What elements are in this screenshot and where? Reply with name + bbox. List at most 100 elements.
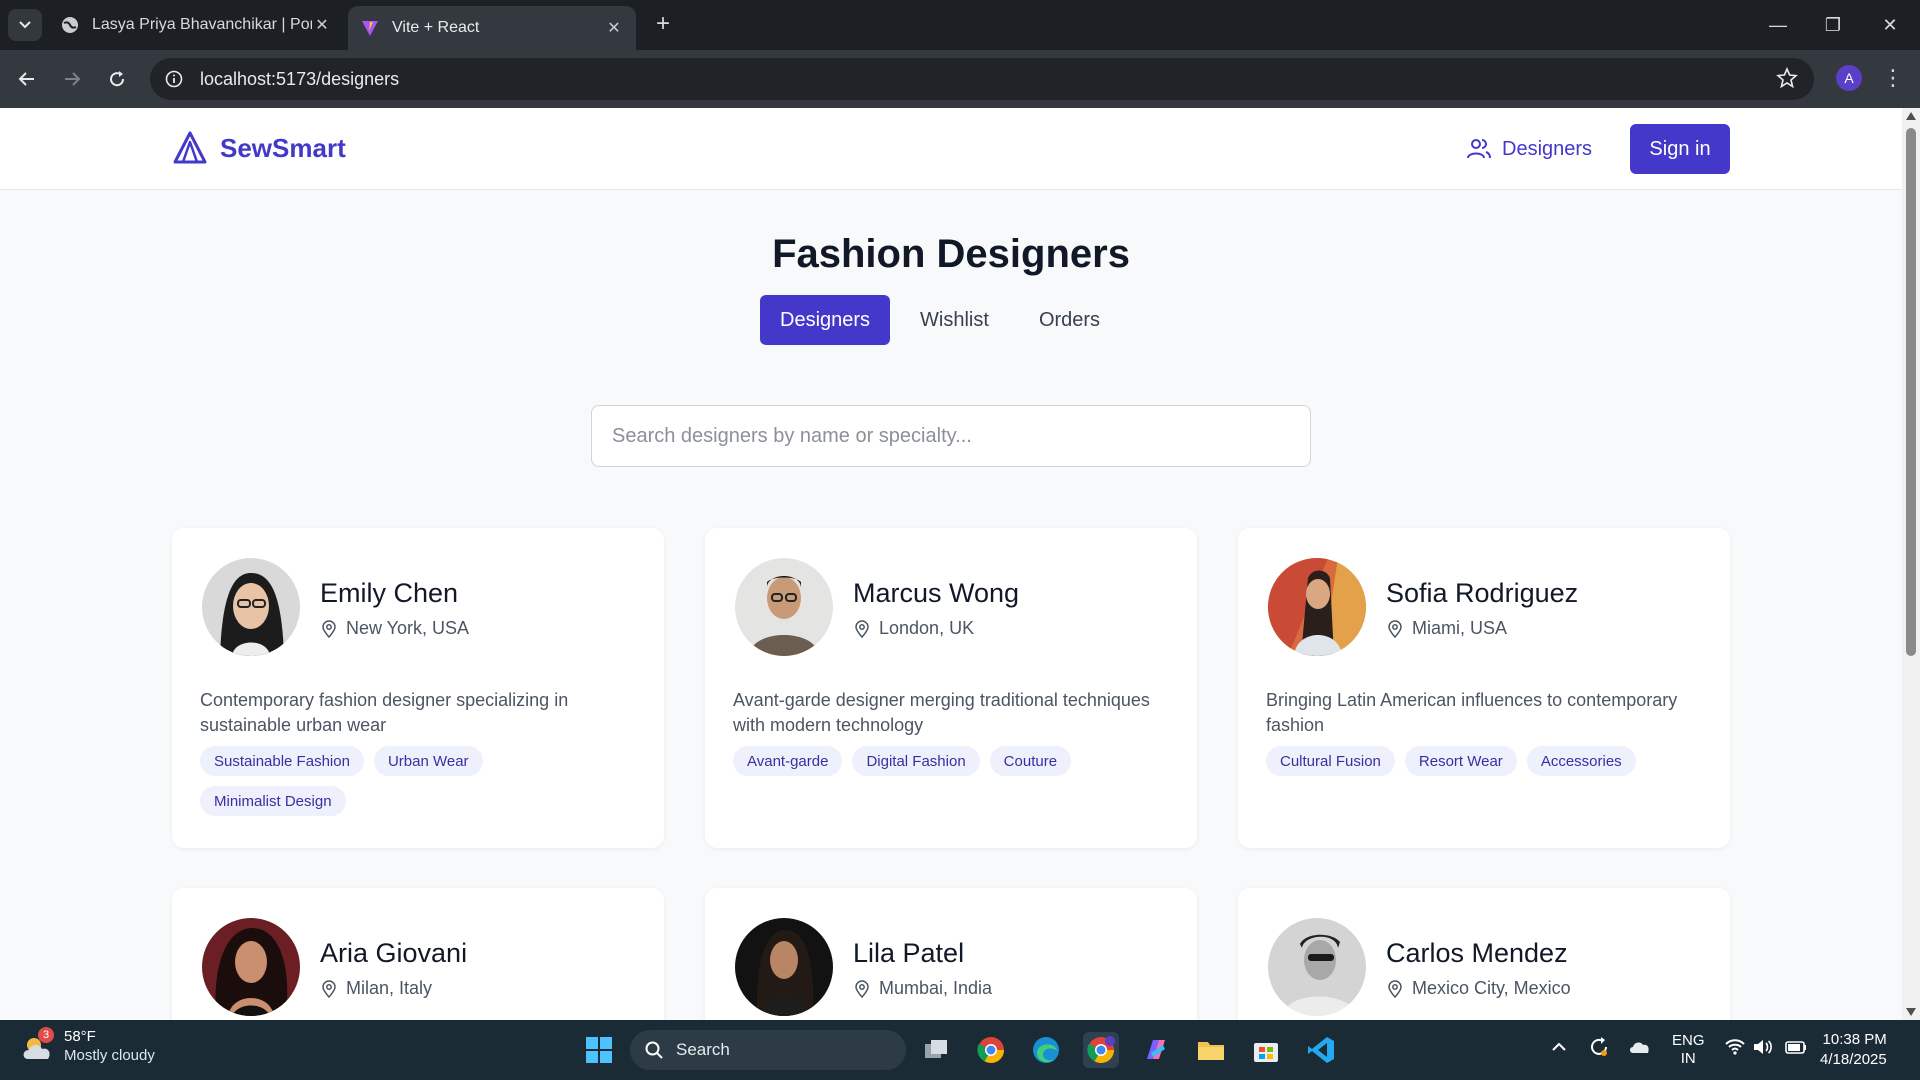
tab-orders[interactable]: Orders [1019,295,1120,345]
minimize-icon[interactable]: — [1758,10,1798,40]
tab-designers[interactable]: Designers [760,295,891,345]
sign-in-button[interactable]: Sign in [1630,124,1730,174]
volume-icon[interactable] [1752,1032,1774,1062]
browser-tab-portfolio[interactable]: Lasya Priya Bhavanchikar | Portf ✕ [48,6,344,44]
designer-card[interactable]: Emily Chen New York, USA Contemporary fa… [172,528,664,848]
designer-name: Carlos Mendez [1386,938,1568,968]
vscode-icon[interactable] [1303,1032,1339,1068]
file-explorer-icon[interactable] [1193,1032,1229,1068]
weather-widget[interactable]: 3 58°F Mostly cloudy [20,1027,155,1066]
cloud-weather-icon: 3 [20,1027,56,1065]
location-text: New York, USA [346,618,470,638]
vite-logo-icon [360,18,380,38]
specialty-tag: Cultural Fusion [1266,746,1395,776]
tab-close-icon[interactable]: ✕ [312,15,332,35]
designer-name: Sofia Rodriguez [1386,578,1579,608]
specialty-tag: Minimalist Design [200,786,346,816]
map-pin-icon [855,979,869,998]
nav-designers-link[interactable]: Designers [1466,136,1592,162]
designer-tags: Cultural Fusion Resort Wear Accessories [1266,746,1706,786]
location-text: London, UK [879,618,975,638]
location-text: Mexico City, Mexico [1412,978,1571,998]
new-tab-button[interactable]: + [650,12,676,38]
edge-icon[interactable] [1028,1032,1064,1068]
tab-title: Lasya Priya Bhavanchikar | Portf [92,16,312,33]
specialty-tag: Urban Wear [373,746,483,776]
battery-icon[interactable] [1784,1032,1808,1062]
designer-location: Mumbai, India [853,978,992,999]
specialty-tag: Accessories [1526,746,1636,776]
onedrive-cloud-icon[interactable] [1628,1032,1652,1062]
reload-icon[interactable] [100,62,134,96]
back-icon[interactable] [10,62,44,96]
scroll-up-icon[interactable] [1906,112,1916,120]
restore-icon[interactable]: ❐ [1813,10,1853,40]
taskbar-search[interactable]: Search [630,1030,906,1070]
designer-location: Miami, USA [1386,618,1507,639]
scroll-down-icon[interactable] [1906,1008,1916,1016]
tab-search-button[interactable] [8,9,42,41]
language-indicator[interactable]: ENG IN [1672,1032,1705,1068]
wifi-icon[interactable] [1724,1032,1746,1062]
designer-card[interactable]: Aria Giovani Milan, Italy [172,888,664,1020]
url-text: localhost:5173/designers [200,68,400,89]
page-scrollbar[interactable] [1902,108,1920,1020]
designer-name: Emily Chen [320,578,459,608]
brand-name: SewSmart [220,132,346,163]
browser-tab-bar: Lasya Priya Bhavanchikar | Portf ✕ Vite … [0,0,1920,50]
designer-avatar [202,558,300,656]
site-info-icon[interactable] [162,67,186,91]
task-view-icon[interactable] [918,1032,954,1068]
chrome-icon[interactable] [973,1032,1009,1068]
designer-avatar [735,918,833,1016]
browser-tab-vite[interactable]: Vite + React ✕ [348,6,636,50]
tab-wishlist[interactable]: Wishlist [900,295,1009,345]
location-text: Miami, USA [1412,618,1508,638]
windows-start-icon[interactable] [581,1032,617,1068]
search-input[interactable] [612,424,1290,448]
designer-card[interactable]: Sofia Rodriguez Miami, USA Bringing Lati… [1238,528,1730,848]
designer-name: Marcus Wong [853,578,1020,608]
bookmark-star-icon[interactable] [1776,66,1798,94]
specialty-tag: Sustainable Fashion [200,746,364,776]
chevron-down-icon [19,21,31,29]
map-pin-icon [1388,619,1402,638]
close-window-icon[interactable]: ✕ [1870,10,1910,40]
microsoft-store-icon[interactable] [1248,1032,1284,1068]
map-pin-icon [1388,979,1402,998]
chrome-profile-icon[interactable] [1083,1032,1119,1068]
designer-location: Milan, Italy [320,978,432,999]
clock-time: 10:38 PM [1822,1031,1887,1048]
tab-title: Vite + React [392,19,480,36]
browser-menu-icon[interactable]: ⋮ [1882,65,1904,93]
designer-avatar [202,918,300,1016]
designer-search [591,405,1311,467]
specialty-tag: Resort Wear [1404,746,1517,776]
tab-close-icon[interactable]: ✕ [604,18,624,38]
forward-icon[interactable] [55,62,89,96]
weather-badge: 3 [38,1027,54,1043]
designer-bio: Contemporary fashion designer specializi… [200,690,569,735]
designer-card[interactable]: Marcus Wong London, UK Avant-garde desig… [705,528,1197,848]
scrollbar-thumb[interactable] [1906,128,1916,656]
designer-card[interactable]: Carlos Mendez Mexico City, Mexico [1238,888,1730,1020]
designer-avatar [1268,558,1366,656]
specialty-tag: Couture [989,746,1072,776]
brand-link[interactable]: SewSmart [172,130,346,166]
address-bar[interactable]: localhost:5173/designers [150,58,1814,100]
sync-icon[interactable] [1588,1032,1610,1062]
chevron-up-icon[interactable] [1550,1032,1568,1060]
map-pin-icon [322,619,336,638]
designer-tags: Avant-garde Digital Fashion Couture [733,746,1173,786]
designer-bio: Bringing Latin American influences to co… [1266,690,1678,735]
designer-avatar [1268,918,1366,1016]
page-viewport: SewSmart Designers Sign in Fashion Desig… [0,108,1920,1020]
profile-avatar[interactable]: A [1836,65,1862,91]
lang-primary: ENG [1672,1032,1705,1049]
lang-region: IN [1680,1050,1696,1067]
system-clock[interactable]: 10:38 PM 4/18/2025 [1820,1030,1887,1070]
copilot-icon[interactable] [1138,1032,1174,1068]
designer-location: London, UK [853,618,974,639]
designer-card[interactable]: Lila Patel Mumbai, India [705,888,1197,1020]
users-icon [1467,139,1491,159]
